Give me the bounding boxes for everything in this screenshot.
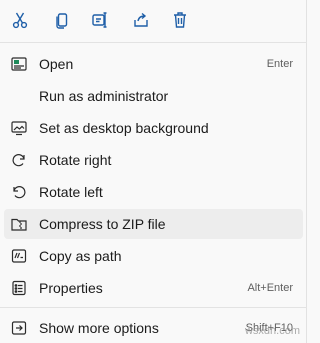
menu-item-rotate-left[interactable]: Rotate left [4, 177, 303, 207]
rotate-left-icon [10, 183, 28, 201]
context-menu-toolbar [0, 0, 307, 42]
menu-item-label: Rotate left [39, 184, 103, 200]
watermark-text: wsxdn.com [244, 325, 300, 337]
menu-item-open[interactable]: Open Enter [4, 49, 303, 79]
properties-icon [10, 279, 28, 297]
toolbar-divider [0, 42, 307, 43]
copy-button[interactable] [48, 6, 76, 34]
rotate-right-icon [10, 151, 28, 169]
menu-divider [0, 307, 307, 308]
menu-item-label: Open [39, 56, 74, 72]
more-options-icon [10, 319, 28, 337]
cut-button[interactable] [6, 6, 34, 34]
cut-icon [12, 12, 28, 29]
menu-item-label: Show more options [39, 320, 159, 336]
menu-item-label: Set as desktop background [39, 120, 209, 136]
menu-item-label: Properties [39, 280, 103, 296]
menu-item-shortcut: Enter [266, 58, 293, 70]
menu-item-label: Run as administrator [39, 88, 169, 104]
delete-button[interactable] [166, 6, 194, 34]
desktop-background-icon [10, 119, 28, 137]
menu-item-copy-as-path[interactable]: Copy as path [4, 241, 303, 271]
menu-item-label: Rotate right [39, 152, 112, 168]
share-icon [134, 12, 148, 27]
rename-icon [92, 12, 107, 28]
menu-item-run-as-administrator[interactable]: Run as administrator [4, 81, 303, 111]
copy-path-icon [10, 247, 28, 265]
rename-button[interactable] [86, 6, 114, 34]
delete-icon [174, 12, 186, 28]
menu-item-properties[interactable]: Properties Alt+Enter [4, 273, 303, 303]
open-app-icon [10, 55, 28, 73]
copy-icon [56, 13, 68, 29]
menu-item-rotate-right[interactable]: Rotate right [4, 145, 303, 175]
menu-item-compress-zip[interactable]: Compress to ZIP file [4, 209, 303, 239]
menu-item-label: Compress to ZIP file [39, 216, 166, 232]
menu-item-shortcut: Alt+Enter [247, 282, 293, 294]
zip-folder-icon [10, 215, 28, 233]
share-button[interactable] [127, 6, 155, 34]
context-menu: Open Enter Run as administrator Set as d… [0, 0, 307, 343]
menu-item-set-desktop-background[interactable]: Set as desktop background [4, 113, 303, 143]
menu-item-label: Copy as path [39, 248, 122, 264]
